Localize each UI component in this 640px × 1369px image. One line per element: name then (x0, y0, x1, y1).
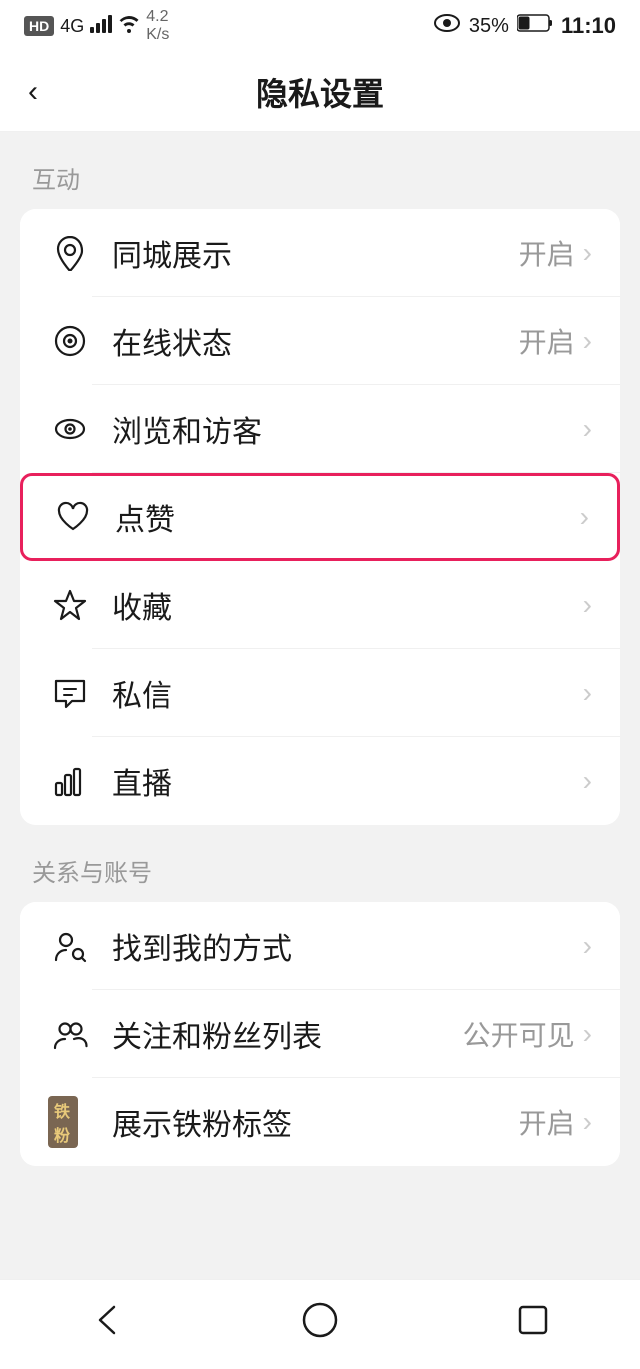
menu-item-sixin[interactable]: 私信 › (20, 649, 620, 737)
content-area: 互动 同城展示 开启 › 在线状态 开启 › 浏览和访客 › (0, 132, 640, 1279)
menu-item-liulan[interactable]: 浏览和访客 › (20, 385, 620, 473)
zhaodao-label: 找到我的方式 (112, 924, 575, 968)
persons-icon (48, 1012, 92, 1056)
tiefan-text-badge: 铁粉 (48, 1096, 78, 1148)
guanzhu-label: 关注和粉丝列表 (112, 1012, 463, 1056)
shoucang-arrow: › (583, 589, 592, 621)
page-title: 隐私设置 (256, 69, 384, 115)
tiefan-value: 开启 (519, 1102, 575, 1142)
star-icon (48, 583, 92, 627)
tiefan-arrow: › (583, 1106, 592, 1138)
sixin-arrow: › (583, 677, 592, 709)
eye-status-icon (433, 13, 461, 39)
liulan-arrow: › (583, 413, 592, 445)
tiefan-badge-icon: 铁粉 (48, 1100, 92, 1144)
signal-icon: 4G (60, 16, 84, 37)
tongcheng-arrow: › (583, 237, 592, 269)
hudong-card: 同城展示 开启 › 在线状态 开启 › 浏览和访客 › (20, 209, 620, 825)
network-speed: 4.2K/s (146, 8, 169, 44)
shoucang-label: 收藏 (112, 583, 575, 627)
zaixian-value: 开启 (519, 321, 575, 361)
bar-chart-icon (48, 759, 92, 803)
liulan-label: 浏览和访客 (112, 407, 575, 451)
battery-icon (517, 13, 553, 39)
zaixian-arrow: › (583, 325, 592, 357)
message-icon (48, 671, 92, 715)
section-label-hudong: 互动 (0, 132, 640, 209)
menu-item-zaixian[interactable]: 在线状态 开启 › (20, 297, 620, 385)
status-bar: HD 4G 4.2K/s 35% 11:10 (0, 0, 640, 52)
section-label-guanxi: 关系与账号 (0, 825, 640, 902)
menu-item-zhibo[interactable]: 直播 › (20, 737, 620, 825)
battery-percent: 35% (469, 15, 509, 38)
zaixian-label: 在线状态 (112, 319, 519, 363)
menu-item-tiefan[interactable]: 铁粉 展示铁粉标签 开启 › (20, 1078, 620, 1166)
menu-item-zhaodao[interactable]: 找到我的方式 › (20, 902, 620, 990)
page-header: ‹ 隐私设置 (0, 52, 640, 132)
back-button[interactable]: ‹ (28, 77, 38, 107)
menu-item-tongcheng[interactable]: 同城展示 开启 › (20, 209, 620, 297)
tiefan-label: 展示铁粉标签 (112, 1100, 519, 1144)
signal-bars (90, 15, 112, 38)
hd-badge: HD (24, 16, 54, 36)
guanzhu-arrow: › (583, 1018, 592, 1050)
person-search-icon (48, 924, 92, 968)
nav-square-button[interactable] (503, 1290, 563, 1350)
menu-item-shoucang[interactable]: 收藏 › (20, 561, 620, 649)
zhibo-arrow: › (583, 765, 592, 797)
heart-icon (51, 495, 95, 539)
sixin-label: 私信 (112, 671, 575, 715)
nav-back-button[interactable] (77, 1290, 137, 1350)
tongcheng-label: 同城展示 (112, 231, 519, 275)
dianzan-arrow: › (580, 501, 589, 533)
menu-item-guanzhu[interactable]: 关注和粉丝列表 公开可见 › (20, 990, 620, 1078)
guanxi-card: 找到我的方式 › 关注和粉丝列表 公开可见 › 铁粉 展示铁粉标签 开启 › (20, 902, 620, 1166)
tongcheng-value: 开启 (519, 233, 575, 273)
wifi-icon (118, 15, 140, 38)
zhibo-label: 直播 (112, 759, 575, 803)
nav-home-button[interactable] (290, 1290, 350, 1350)
menu-item-dianzan[interactable]: 点赞 › (20, 473, 620, 561)
status-left: HD 4G 4.2K/s (24, 8, 169, 44)
zhaodao-arrow: › (583, 930, 592, 962)
online-icon (48, 319, 92, 363)
location-icon (48, 231, 92, 275)
status-right: 35% 11:10 (433, 13, 616, 39)
guanzhu-value: 公开可见 (463, 1014, 575, 1054)
dianzan-label: 点赞 (115, 495, 572, 539)
time: 11:10 (561, 13, 616, 39)
bottom-navigation (0, 1279, 640, 1369)
eye-icon (48, 407, 92, 451)
